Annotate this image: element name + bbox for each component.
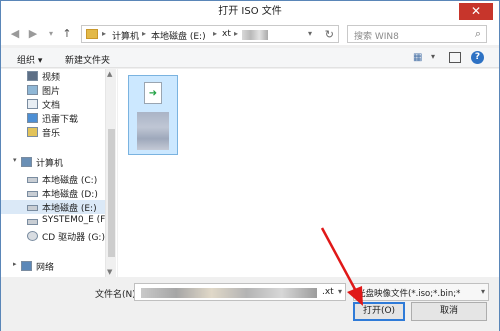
blurred-file-name <box>137 112 169 150</box>
drive-icon <box>27 191 38 197</box>
refresh-icon[interactable]: ↻ <box>325 28 334 41</box>
nav-item-label: 文档 <box>42 101 61 111</box>
search-icon: ⌕ <box>474 27 481 40</box>
organize-menu[interactable]: 组织 ▾ <box>17 53 42 66</box>
breadcrumb-xt[interactable]: xt <box>222 29 231 39</box>
breadcrumb-separator[interactable]: ▸ <box>142 29 146 38</box>
nav-item-label: 迅雷下载 <box>42 115 79 125</box>
command-bar: 组织 ▾ 新建文件夹 ▦ ▾ ? <box>1 48 499 68</box>
file-list: ➜ <box>118 69 499 277</box>
view-dropdown-icon[interactable]: ▾ <box>431 52 435 61</box>
address-row: ◀ ▶ ▾ ↑ ▸ 计算机 ▸ 本地磁盘 (E:) ▸ xt ▸ ▾ ↻ 搜索 … <box>1 23 499 45</box>
nav-item-computer[interactable]: ▾ 计算机 <box>1 155 105 169</box>
filename-extension: .xt <box>322 287 334 297</box>
breadcrumb-separator[interactable]: ▸ <box>234 29 238 38</box>
dialog-footer: 文件名(N): .xt ▾ 光盘映像文件(*.iso;*.bin;* ▾ 打开(… <box>1 278 499 331</box>
breadcrumb-drive-e[interactable]: 本地磁盘 (E:) <box>151 29 206 42</box>
expand-chevron-icon[interactable]: ▸ <box>13 260 17 268</box>
network-icon <box>21 261 32 271</box>
help-icon[interactable]: ? <box>471 51 484 64</box>
filter-dropdown-icon[interactable]: ▾ <box>481 287 485 296</box>
folder-icon <box>86 29 98 39</box>
selected-file-item[interactable]: ➜ <box>128 75 178 155</box>
up-arrow-icon[interactable]: ↑ <box>61 27 73 41</box>
nav-item-label: 计算机 <box>36 159 64 169</box>
thunder-download-icon <box>27 113 38 123</box>
title-bar: 打开 ISO 文件 ✕ <box>1 1 499 23</box>
shortcut-file-icon: ➜ <box>144 82 162 104</box>
nav-item-drive-f[interactable]: SYSTEM0_E (F:) <box>1 214 111 228</box>
file-type-filter[interactable]: 光盘映像文件(*.iso;*.bin;* ▾ <box>353 283 489 301</box>
expand-chevron-icon[interactable]: ▾ <box>13 156 17 164</box>
cancel-button[interactable]: 取消 <box>411 302 487 321</box>
nav-item-label: 本地磁盘 (E:) <box>42 204 97 214</box>
nav-item-label: 网络 <box>36 263 55 273</box>
open-iso-dialog: 打开 ISO 文件 ✕ ◀ ▶ ▾ ↑ ▸ 计算机 ▸ 本地磁盘 (E:) ▸ … <box>0 0 500 331</box>
music-icon <box>27 127 38 137</box>
navigation-pane: 视频 图片 文档 迅雷下载 音乐 ▾ 计算机 本地磁盘 (C:) 本地磁盘 (D… <box>1 69 117 277</box>
nav-item-videos[interactable]: 视频 <box>1 69 105 83</box>
scrollbar-thumb[interactable] <box>108 129 115 257</box>
close-icon: ✕ <box>470 4 482 18</box>
nav-item-label: 本地磁盘 (C:) <box>42 176 98 186</box>
nav-item-label: 本地磁盘 (D:) <box>42 190 98 200</box>
breadcrumb-separator[interactable]: ▸ <box>102 29 106 38</box>
view-options-icon[interactable]: ▦ <box>413 52 422 63</box>
drive-icon <box>27 177 38 183</box>
nav-item-documents[interactable]: 文档 <box>1 97 105 111</box>
nav-item-thunder-downloads[interactable]: 迅雷下载 <box>1 111 105 125</box>
nav-item-label: 音乐 <box>42 129 61 139</box>
pictures-icon <box>27 85 38 95</box>
blurred-folder-name <box>242 30 268 40</box>
cd-drive-icon <box>27 231 38 241</box>
green-arrow-icon: ➜ <box>148 88 158 99</box>
filename-input[interactable]: .xt ▾ <box>134 283 346 301</box>
nav-item-label: SYSTEM0_E (F:) <box>42 215 112 225</box>
scroll-down-icon[interactable]: ▼ <box>107 268 112 276</box>
scroll-up-icon[interactable]: ▲ <box>107 70 112 78</box>
nav-item-cd-drive-g[interactable]: CD 驱动器 (G:) <box>1 229 105 243</box>
search-box[interactable]: 搜索 WIN8 ⌕ <box>347 25 487 43</box>
nav-item-drive-e[interactable]: 本地磁盘 (E:) <box>1 200 105 214</box>
nav-item-drive-c[interactable]: 本地磁盘 (C:) <box>1 172 105 186</box>
new-folder-button[interactable]: 新建文件夹 <box>65 53 110 66</box>
file-type-filter-text: 光盘映像文件(*.iso;*.bin;* <box>357 289 461 299</box>
filename-dropdown-icon[interactable]: ▾ <box>338 287 342 296</box>
address-bar[interactable]: ▸ 计算机 ▸ 本地磁盘 (E:) ▸ xt ▸ ▾ ↻ <box>81 25 339 43</box>
preview-pane-icon[interactable] <box>449 52 461 63</box>
address-dropdown-icon[interactable]: ▾ <box>308 29 312 38</box>
window-title: 打开 ISO 文件 <box>218 6 282 17</box>
search-placeholder: 搜索 WIN8 <box>354 32 399 42</box>
blurred-filename <box>141 288 317 298</box>
forward-arrow-icon[interactable]: ▶ <box>27 27 39 41</box>
computer-icon <box>21 157 32 167</box>
breadcrumb-computer[interactable]: 计算机 <box>112 29 139 42</box>
breadcrumb-separator[interactable]: ▸ <box>213 29 217 38</box>
video-icon <box>27 71 38 81</box>
nav-scrollbar[interactable]: ▲ ▼ <box>105 69 116 277</box>
nav-item-drive-d[interactable]: 本地磁盘 (D:) <box>1 186 105 200</box>
close-button[interactable]: ✕ <box>459 3 493 20</box>
nav-item-music[interactable]: 音乐 <box>1 125 105 139</box>
nav-item-pictures[interactable]: 图片 <box>1 83 105 97</box>
nav-item-network[interactable]: ▸ 网络 <box>1 259 105 273</box>
nav-item-label: 视频 <box>42 73 61 83</box>
filename-label: 文件名(N): <box>95 290 139 300</box>
drive-icon <box>27 219 38 225</box>
recent-dropdown-icon[interactable]: ▾ <box>45 27 57 41</box>
open-button[interactable]: 打开(O) <box>353 302 405 321</box>
documents-icon <box>27 99 38 109</box>
nav-item-label: 图片 <box>42 87 61 97</box>
drive-icon <box>27 205 38 211</box>
back-arrow-icon[interactable]: ◀ <box>9 27 21 41</box>
nav-item-label: CD 驱动器 (G:) <box>42 233 105 243</box>
